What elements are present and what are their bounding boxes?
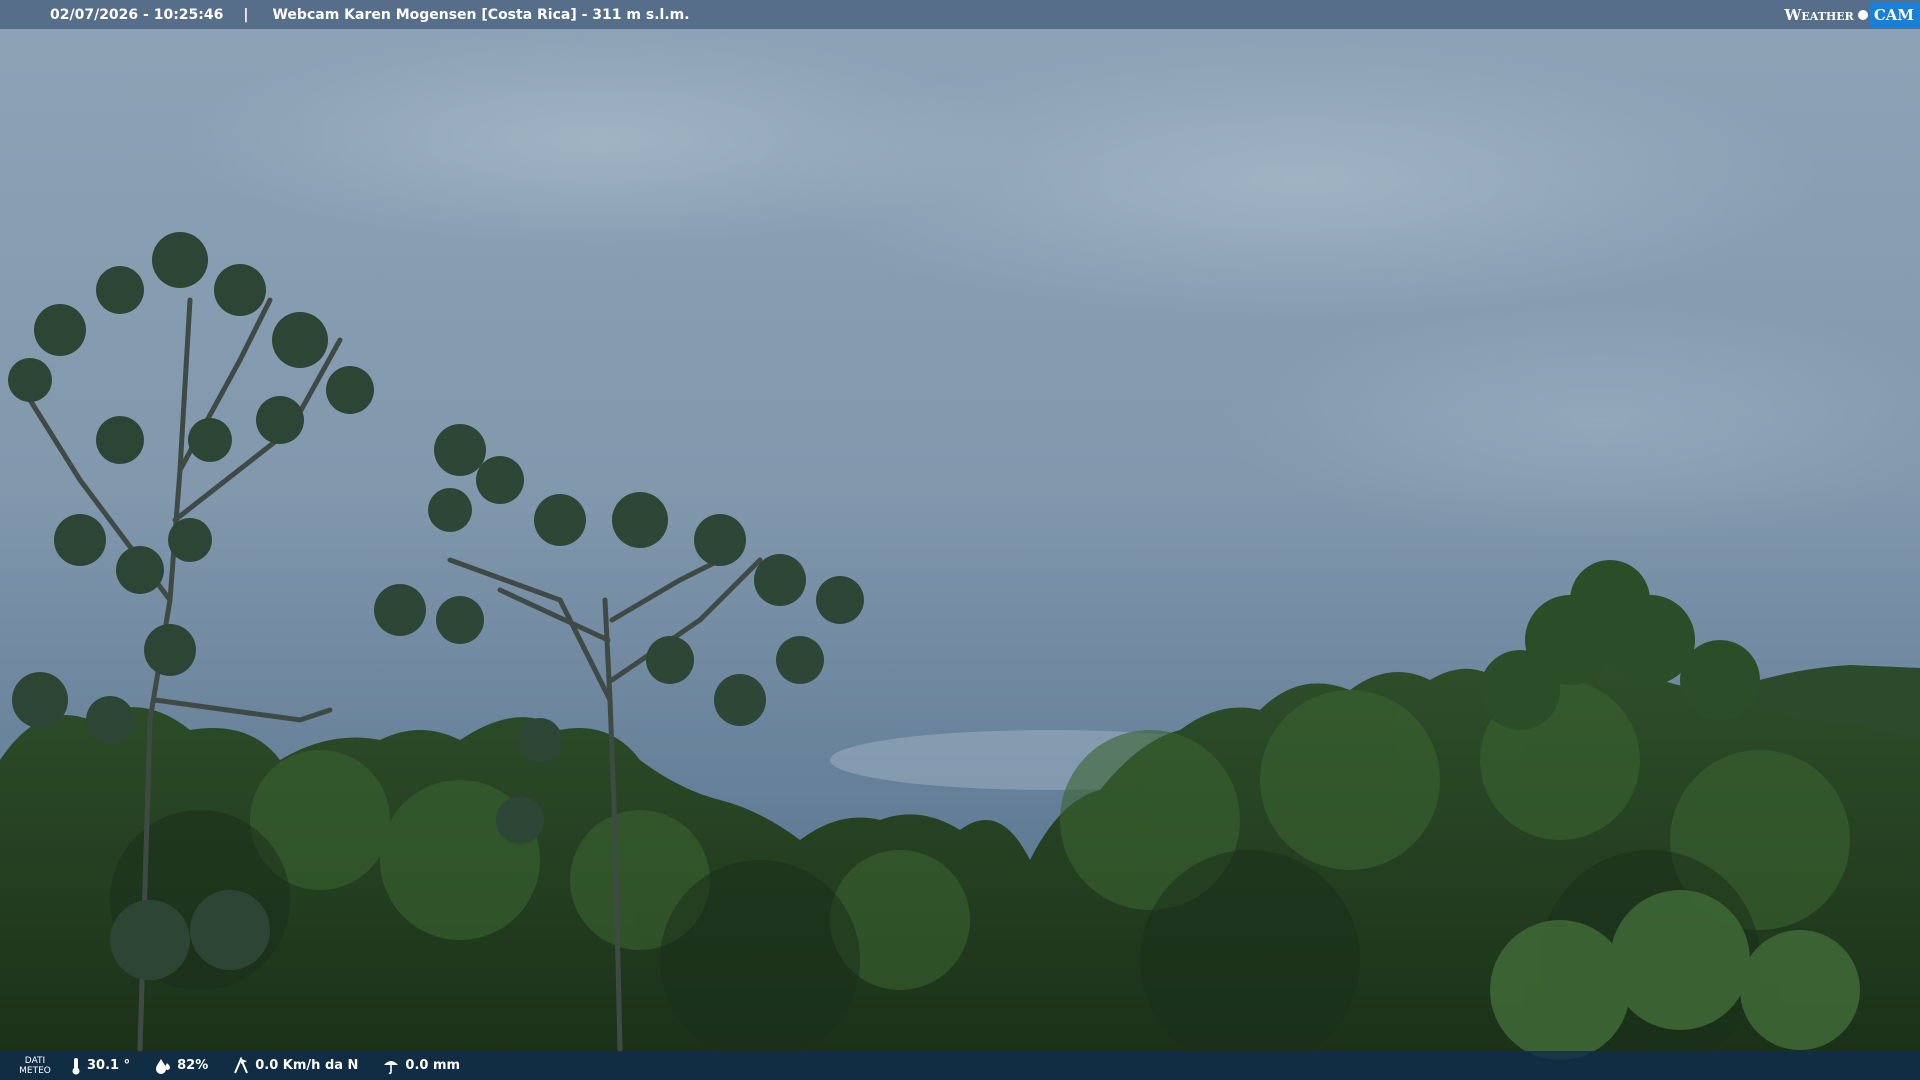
dati-label: DATI (24, 1055, 46, 1066)
webcam-frame: 02/07/2026 - 10:25:46 | Webcam Karen Mog… (0, 0, 1920, 1080)
humidity-metric: 82% (154, 1058, 208, 1074)
rain-value: 0.0 mm (405, 1058, 461, 1073)
webcam-image (0, 0, 1920, 1080)
rain-icon (384, 1060, 399, 1074)
header-bar: 02/07/2026 - 10:25:46 | Webcam Karen Mog… (0, 0, 1920, 29)
thermometer-icon (72, 1057, 80, 1074)
wind-metric: 0.0 Km/h da N (232, 1056, 359, 1075)
temperature-value: 30.1 ° (87, 1058, 131, 1073)
dati-meteo-label: DATI METEO (0, 1056, 70, 1076)
weathercam-logo: Weather CAM (1779, 0, 1920, 29)
logo-cam-text: CAM (1869, 1, 1920, 28)
logo-weather-text: Weather (1784, 5, 1854, 24)
wind-icon (234, 1056, 249, 1073)
temperature-metric: 30.1 ° (70, 1057, 130, 1075)
logo-dot-icon (1857, 9, 1868, 20)
humidity-value: 82% (177, 1058, 209, 1073)
header-separator: | (243, 6, 249, 23)
meteo-label: METEO (19, 1065, 51, 1076)
rain-metric: 0.0 mm (382, 1057, 460, 1075)
timestamp: 02/07/2026 - 10:25:46 (50, 6, 224, 23)
humidity-icon (156, 1058, 171, 1074)
webcam-location: Webcam Karen Mogensen [Costa Rica] - 311… (272, 6, 690, 23)
wind-value: 0.0 Km/h da N (255, 1058, 359, 1073)
weather-data-bar: DATI METEO 30.1 ° 82% 0.0 Km/h da N 0.0 … (0, 1051, 1920, 1080)
